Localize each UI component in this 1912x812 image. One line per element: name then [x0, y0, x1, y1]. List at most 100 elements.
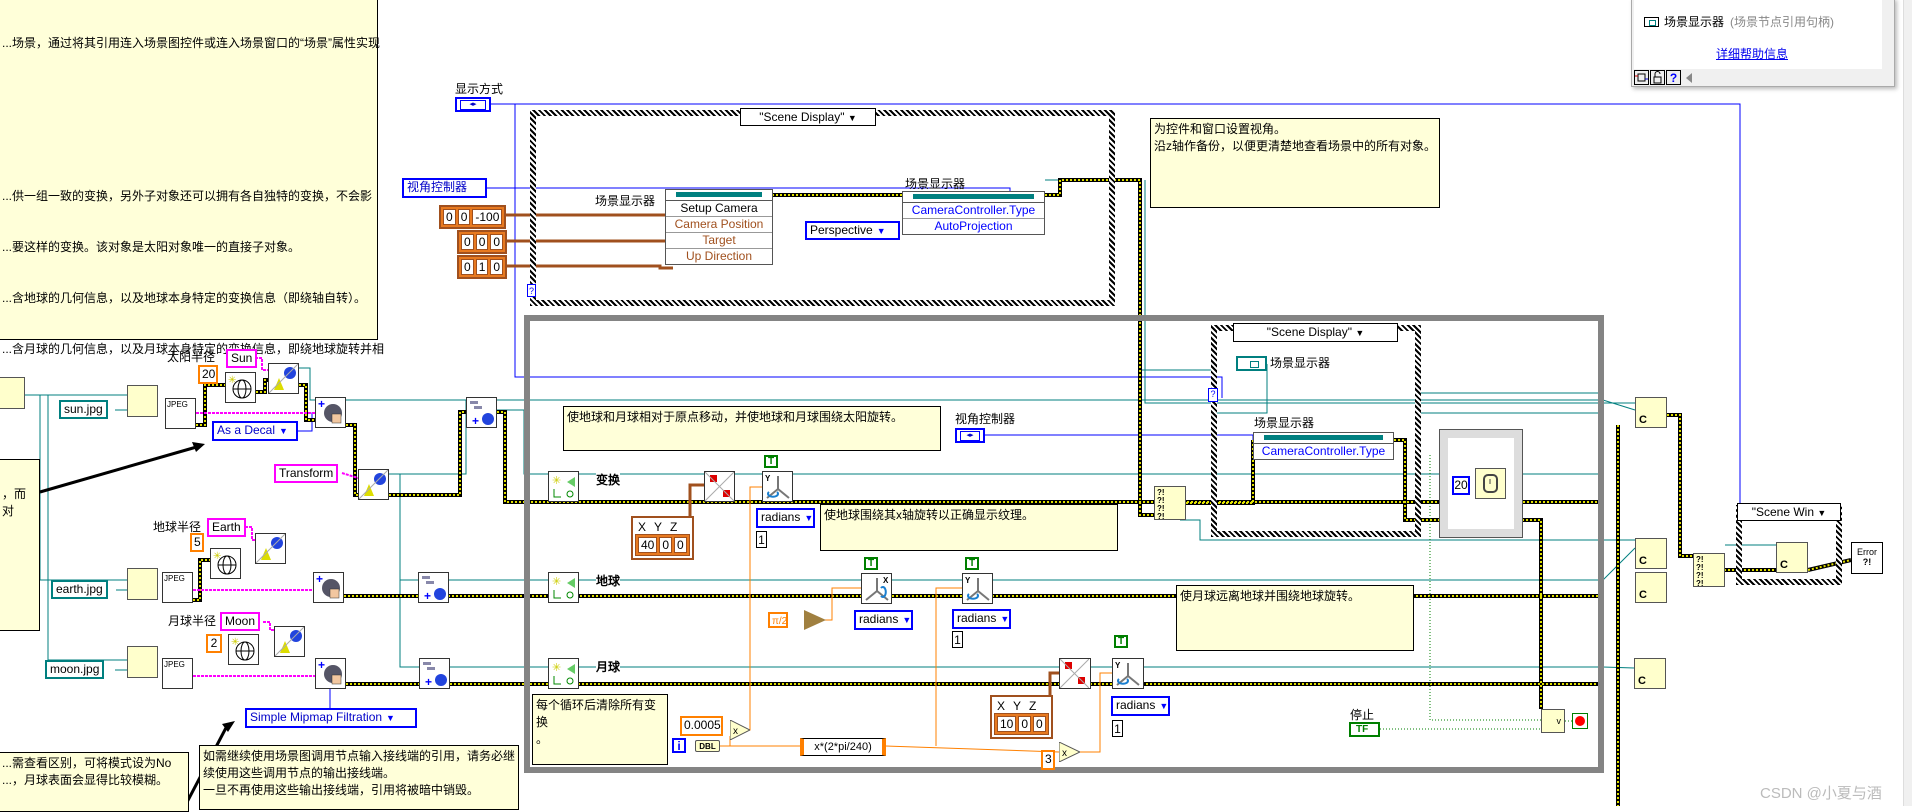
- lock-icon[interactable]: [1650, 70, 1665, 85]
- watermark: CSDN @小夏与酒: [1760, 785, 1882, 802]
- clear-transform-node[interactable]: ✳: [548, 658, 579, 689]
- sun-name-const[interactable]: Sun: [226, 349, 258, 368]
- merge-errors-node[interactable]: ?!?!?!?!: [1154, 486, 1186, 521]
- jpeg-label: JPEG: [164, 660, 185, 669]
- units-enum[interactable]: radians ▼: [1111, 696, 1170, 716]
- translate-node[interactable]: [1059, 658, 1091, 689]
- true-constant[interactable]: T: [965, 557, 979, 570]
- detailed-help-link[interactable]: 详细帮助信息: [1716, 47, 1788, 61]
- inner-camera-property-node[interactable]: CameraController.Type: [1253, 432, 1394, 460]
- build-path-node[interactable]: [127, 646, 158, 678]
- dropdown-icon: ▼: [1000, 614, 1010, 624]
- build-path-node[interactable]: [127, 385, 158, 417]
- rate-const[interactable]: 0.0005: [680, 716, 723, 736]
- clear-transform-node[interactable]: ✳: [548, 572, 579, 603]
- simple-error-handler[interactable]: Error?!: [1851, 542, 1883, 574]
- translate-node[interactable]: [704, 471, 735, 502]
- view-controller-control[interactable]: 视角控制器: [402, 178, 487, 198]
- build-path-node[interactable]: [0, 377, 25, 409]
- close-case-selector-label: "Scene Win: [1751, 505, 1815, 519]
- close-case-selector[interactable]: "Scene Win ▼: [1737, 503, 1841, 521]
- wait-ms-node[interactable]: [1475, 468, 1506, 499]
- or-node[interactable]: v: [1541, 709, 1565, 733]
- clear-transform-node[interactable]: ✳: [548, 471, 579, 502]
- stop-button-control[interactable]: TF: [1349, 722, 1380, 737]
- units-value: radians: [957, 611, 997, 625]
- rotate-y-node[interactable]: Y: [762, 471, 793, 502]
- close-object-node[interactable]: C: [1635, 572, 1667, 603]
- scroll-left-icon[interactable]: [1686, 73, 1692, 83]
- z-label: Z: [1029, 699, 1037, 713]
- create-sphere-node[interactable]: ✳: [225, 372, 256, 403]
- create-object-node[interactable]: [268, 363, 299, 394]
- apply-texture-node[interactable]: +: [315, 397, 346, 428]
- build-path-node[interactable]: [127, 568, 158, 600]
- read-jpeg-node[interactable]: JPEG: [162, 572, 193, 603]
- units-enum[interactable]: radians ▼: [756, 508, 815, 528]
- units-enum[interactable]: radians ▼: [952, 609, 1011, 629]
- property-row: CameraController.Type: [1261, 444, 1386, 458]
- read-jpeg-node[interactable]: JPEG: [165, 398, 196, 429]
- merge-errors-node[interactable]: ?!?!?!?!: [1693, 553, 1725, 588]
- close-object-node[interactable]: C: [1776, 542, 1808, 573]
- mipmap-mode-enum[interactable]: Simple Mipmap Filtration ▼: [245, 708, 417, 728]
- expression-node[interactable]: x*(2*pi/240): [800, 738, 886, 756]
- multiply-node[interactable]: x: [729, 719, 752, 741]
- earth-file-path[interactable]: earth.jpg: [51, 580, 108, 599]
- display-mode-control[interactable]: ◂▸: [455, 97, 491, 112]
- rotate-count-const[interactable]: 1: [756, 531, 767, 548]
- help-button[interactable]: ?: [1666, 70, 1681, 85]
- moon-radius-const[interactable]: 2: [206, 634, 222, 653]
- earth-name-const[interactable]: Earth: [207, 518, 246, 537]
- pi-half-const[interactable]: π/2: [768, 612, 788, 628]
- add-object-node[interactable]: +: [418, 572, 449, 603]
- apply-texture-node[interactable]: +: [313, 572, 344, 603]
- to-double-node[interactable]: DBL: [695, 740, 720, 752]
- true-constant[interactable]: T: [1114, 635, 1128, 648]
- add-object-node[interactable]: +: [419, 658, 450, 689]
- negate-node[interactable]: [804, 610, 826, 630]
- close-object-node[interactable]: C: [1635, 538, 1667, 569]
- moon-file-path[interactable]: moon.jpg: [45, 660, 105, 679]
- sun-radius-const[interactable]: 20: [198, 365, 218, 384]
- svg-text:✳: ✳: [552, 662, 561, 674]
- case-selector[interactable]: "Scene Display" ▼: [740, 108, 876, 126]
- scene-display-reference[interactable]: [1236, 356, 1267, 371]
- vertical-scrollbar[interactable]: [1903, 0, 1912, 806]
- rotate-x-node[interactable]: X: [861, 573, 892, 604]
- rotate-count-const[interactable]: 1: [1112, 720, 1123, 737]
- create-object-node[interactable]: [255, 533, 286, 564]
- apply-texture-node[interactable]: +: [315, 658, 346, 689]
- multiply-node[interactable]: x: [1058, 741, 1082, 763]
- close-object-node[interactable]: C: [1635, 397, 1667, 428]
- units-enum[interactable]: radians ▼: [854, 610, 913, 630]
- close-object-node[interactable]: C: [1634, 658, 1666, 689]
- create-object-node[interactable]: [358, 469, 389, 500]
- comment-line: ...要这样的变换。该对象是太阳对象唯一的直接子对象。: [2, 240, 301, 254]
- moon-name-const[interactable]: Moon: [220, 612, 261, 631]
- inner-case-selector-label: "Scene Display": [1266, 325, 1352, 339]
- read-jpeg-node[interactable]: JPEG: [162, 658, 193, 689]
- true-constant[interactable]: T: [764, 455, 778, 468]
- speed-const[interactable]: 3: [1041, 750, 1055, 770]
- true-constant[interactable]: T: [864, 557, 878, 570]
- transform-name-const[interactable]: Transform: [274, 464, 339, 483]
- setup-camera-invoke-node[interactable]: Setup Camera Camera Position Target Up D…: [665, 189, 773, 265]
- wait-ms-const[interactable]: 20: [1452, 476, 1470, 495]
- earth-radius-const[interactable]: 5: [190, 533, 204, 552]
- add-object-node[interactable]: +: [466, 397, 497, 428]
- inner-view-controller-control[interactable]: ◂▸: [955, 428, 985, 443]
- rotate-count-const[interactable]: 1: [952, 631, 963, 648]
- projection-enum[interactable]: Perspective ▼: [805, 221, 900, 240]
- create-sphere-node[interactable]: ✳: [210, 548, 241, 579]
- inner-case-selector[interactable]: "Scene Display" ▼: [1233, 323, 1398, 342]
- array-element: 0: [457, 209, 471, 225]
- sun-file-path[interactable]: sun.jpg: [59, 400, 108, 419]
- texture-mode-enum[interactable]: As a Decal ▼: [212, 421, 298, 441]
- show-optional-terminals-button[interactable]: [1634, 70, 1649, 85]
- create-sphere-node[interactable]: ✳: [228, 634, 259, 665]
- rotate-y-node[interactable]: Y: [1112, 658, 1144, 689]
- camera-property-node[interactable]: CameraController.Type AutoProjection: [902, 191, 1045, 235]
- create-object-node[interactable]: [274, 626, 305, 657]
- rotate-y-node[interactable]: Y: [962, 573, 993, 604]
